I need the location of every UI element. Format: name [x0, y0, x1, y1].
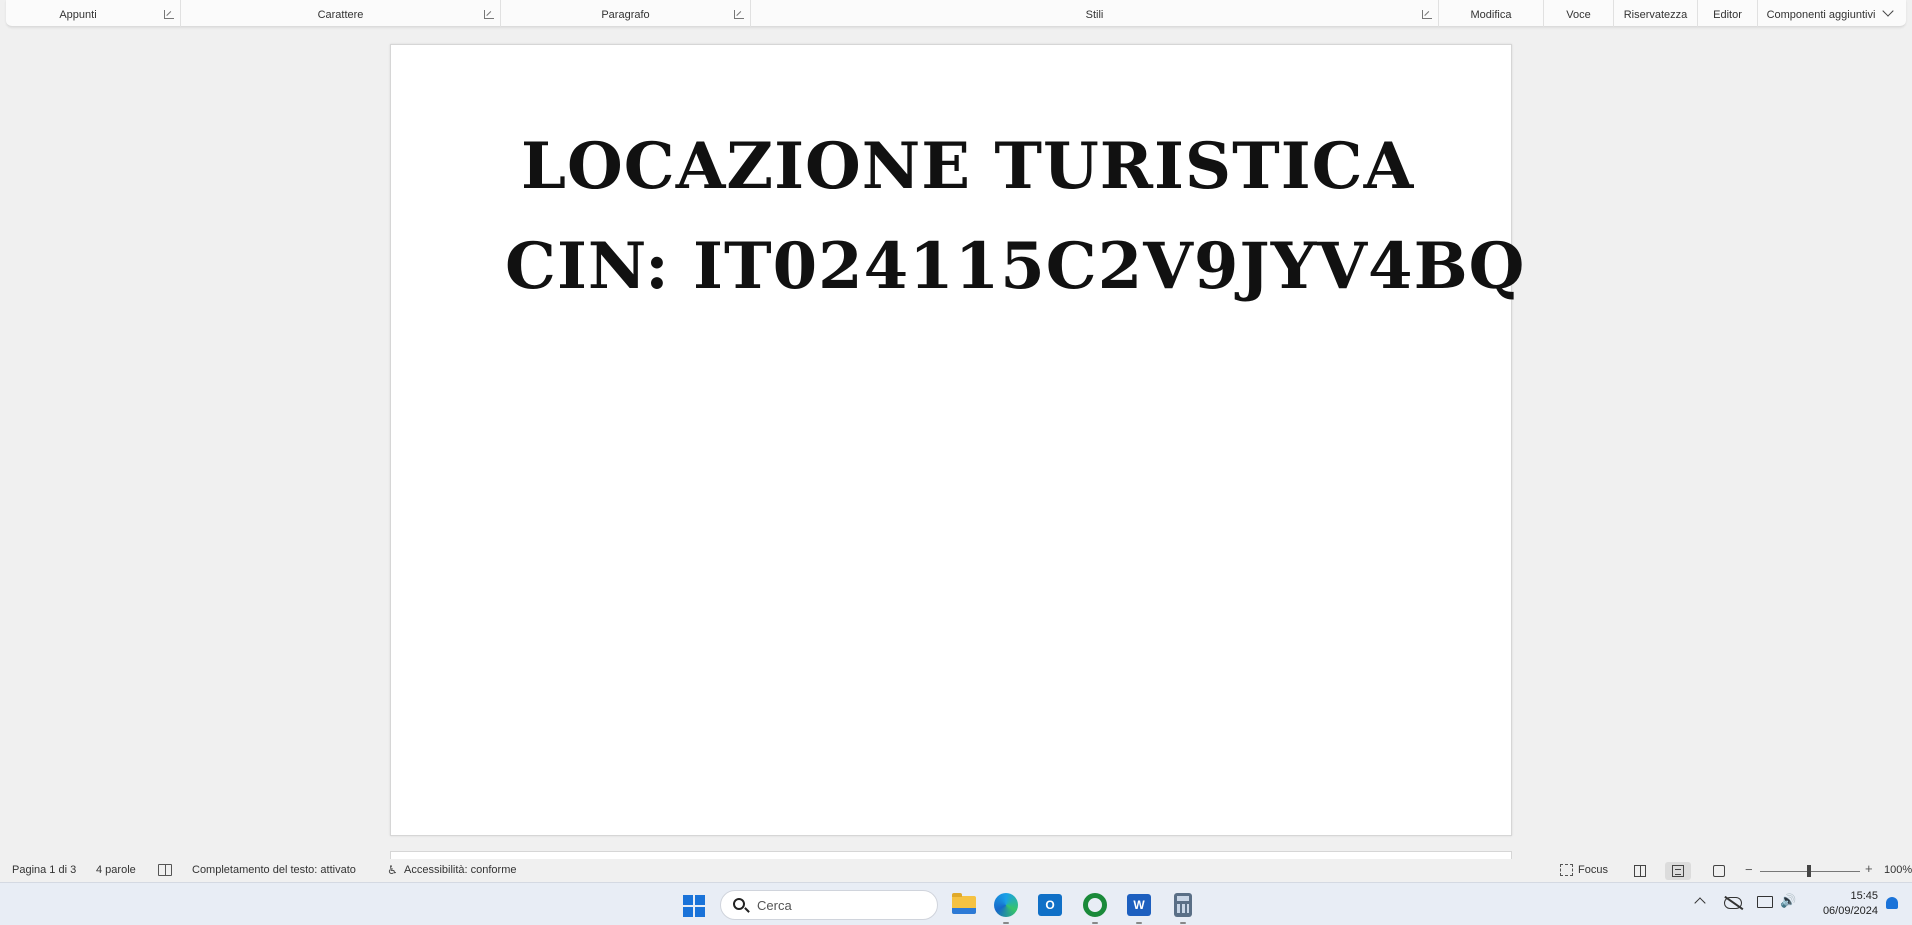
zoom-level[interactable]: 100%	[1884, 864, 1912, 876]
dialog-launcher-icon[interactable]	[734, 10, 744, 19]
page-count[interactable]: Pagina 1 di 3	[12, 864, 76, 876]
ribbon-group-editor: Editor	[1698, 0, 1758, 27]
document-heading-line-1[interactable]: LOCAZIONE TURISTICA	[391, 129, 1511, 204]
show-hidden-icons-button[interactable]	[1694, 897, 1706, 909]
web-layout-button[interactable]	[1706, 862, 1732, 880]
ribbon-group-label: Modifica	[1470, 9, 1512, 21]
windows-logo-tile	[695, 895, 705, 905]
onedrive-icon[interactable]	[1724, 897, 1742, 909]
volume-icon[interactable]: 🔊	[1780, 893, 1796, 909]
ribbon-collapse-button[interactable]	[1878, 4, 1898, 22]
read-mode-icon	[1634, 865, 1646, 877]
ribbon-group-label: Paragrafo	[601, 9, 650, 21]
accessibility-status[interactable]: Accessibilità: conforme	[404, 864, 517, 876]
ribbon-group-riservatezza: Riservatezza	[1614, 0, 1698, 27]
windows-logo-tile	[683, 907, 693, 917]
print-layout-icon	[1672, 865, 1684, 877]
print-layout-button[interactable]	[1665, 862, 1691, 880]
ribbon-group-label: Componenti aggiuntivi	[1766, 9, 1876, 21]
windows-logo-tile	[695, 907, 705, 917]
status-bar: Pagina 1 di 3 4 parole Completamento del…	[0, 860, 1912, 882]
edge-browser-icon	[994, 893, 1018, 917]
file-explorer-button[interactable]	[950, 891, 978, 919]
zoom-out-button[interactable]: −	[1745, 862, 1753, 877]
notification-bell-icon[interactable]	[1886, 897, 1898, 909]
calculator-button[interactable]	[1169, 891, 1197, 924]
accessibility-icon: ♿	[387, 863, 398, 877]
ribbon-group-label: Voce	[1566, 9, 1591, 21]
zoom-slider-thumb[interactable]	[1807, 865, 1811, 877]
ribbon-group-modifica: Modifica	[1439, 0, 1544, 27]
ribbon-group-paragrafo: Paragrafo	[501, 0, 751, 27]
search-placeholder: Cerca	[757, 898, 792, 913]
ribbon-group-label: Riservatezza	[1623, 9, 1688, 21]
ribbon-group-stili: Stili	[751, 0, 1439, 27]
clock-time: 15:45	[1850, 890, 1878, 902]
word-icon: W	[1127, 894, 1151, 916]
proofing-book-icon[interactable]	[158, 864, 172, 876]
gear-icon	[1083, 893, 1107, 917]
ribbon-group-voce: Voce	[1544, 0, 1614, 27]
outlook-icon: O	[1038, 894, 1062, 916]
ribbon-group-label: Editor	[1713, 9, 1742, 21]
running-indicator	[1092, 922, 1098, 924]
word-count[interactable]: 4 parole	[96, 864, 136, 876]
ribbon-group-componenti: Componenti aggiuntivi	[1758, 0, 1884, 27]
running-indicator	[1003, 922, 1009, 924]
zoom-in-button[interactable]: +	[1865, 861, 1873, 876]
network-icon[interactable]	[1757, 896, 1773, 908]
clock[interactable]: 15:45 06/09/2024	[1812, 889, 1878, 919]
ribbon: Appunti Carattere Paragrafo Stili Modifi…	[6, 0, 1906, 27]
clock-date: 06/09/2024	[1822, 905, 1878, 917]
text-prediction-status[interactable]: Completamento del testo: attivato	[192, 864, 356, 876]
focus-icon[interactable]	[1560, 864, 1573, 876]
read-mode-button[interactable]	[1627, 862, 1653, 880]
running-indicator	[1136, 922, 1142, 924]
ribbon-group-label: Appunti	[59, 9, 97, 21]
outlook-button[interactable]: O	[1036, 891, 1064, 919]
dialog-launcher-icon[interactable]	[484, 10, 494, 19]
document-heading-line-2[interactable]: CIN: IT024115C2V9JYV4BQ	[391, 229, 1524, 304]
web-layout-icon	[1713, 865, 1725, 877]
taskbar-search[interactable]: Cerca	[720, 890, 938, 920]
settings-app-button[interactable]	[1081, 891, 1109, 924]
next-page-edge	[390, 851, 1512, 859]
ribbon-group-appunti: Appunti	[6, 0, 181, 27]
edge-button[interactable]	[992, 891, 1020, 924]
ribbon-group-label: Carattere	[317, 9, 364, 21]
running-indicator	[1180, 922, 1186, 924]
taskbar: Cerca O W 🔊 15:45 06/09/2024	[0, 882, 1912, 925]
windows-logo-tile	[683, 895, 693, 905]
document-page[interactable]: LOCAZIONE TURISTICA CIN: IT024115C2V9JYV…	[390, 44, 1524, 836]
search-icon	[733, 898, 745, 910]
dialog-launcher-icon[interactable]	[164, 10, 174, 19]
calculator-icon	[1174, 893, 1192, 917]
word-button[interactable]: W	[1125, 891, 1153, 924]
ribbon-group-label: Stili	[1085, 9, 1104, 21]
start-button[interactable]	[683, 895, 705, 917]
focus-button[interactable]: Focus	[1578, 864, 1608, 876]
folder-icon	[952, 893, 976, 914]
chevron-down-icon	[1882, 5, 1894, 17]
ribbon-group-carattere: Carattere	[181, 0, 501, 27]
dialog-launcher-icon[interactable]	[1422, 10, 1432, 19]
